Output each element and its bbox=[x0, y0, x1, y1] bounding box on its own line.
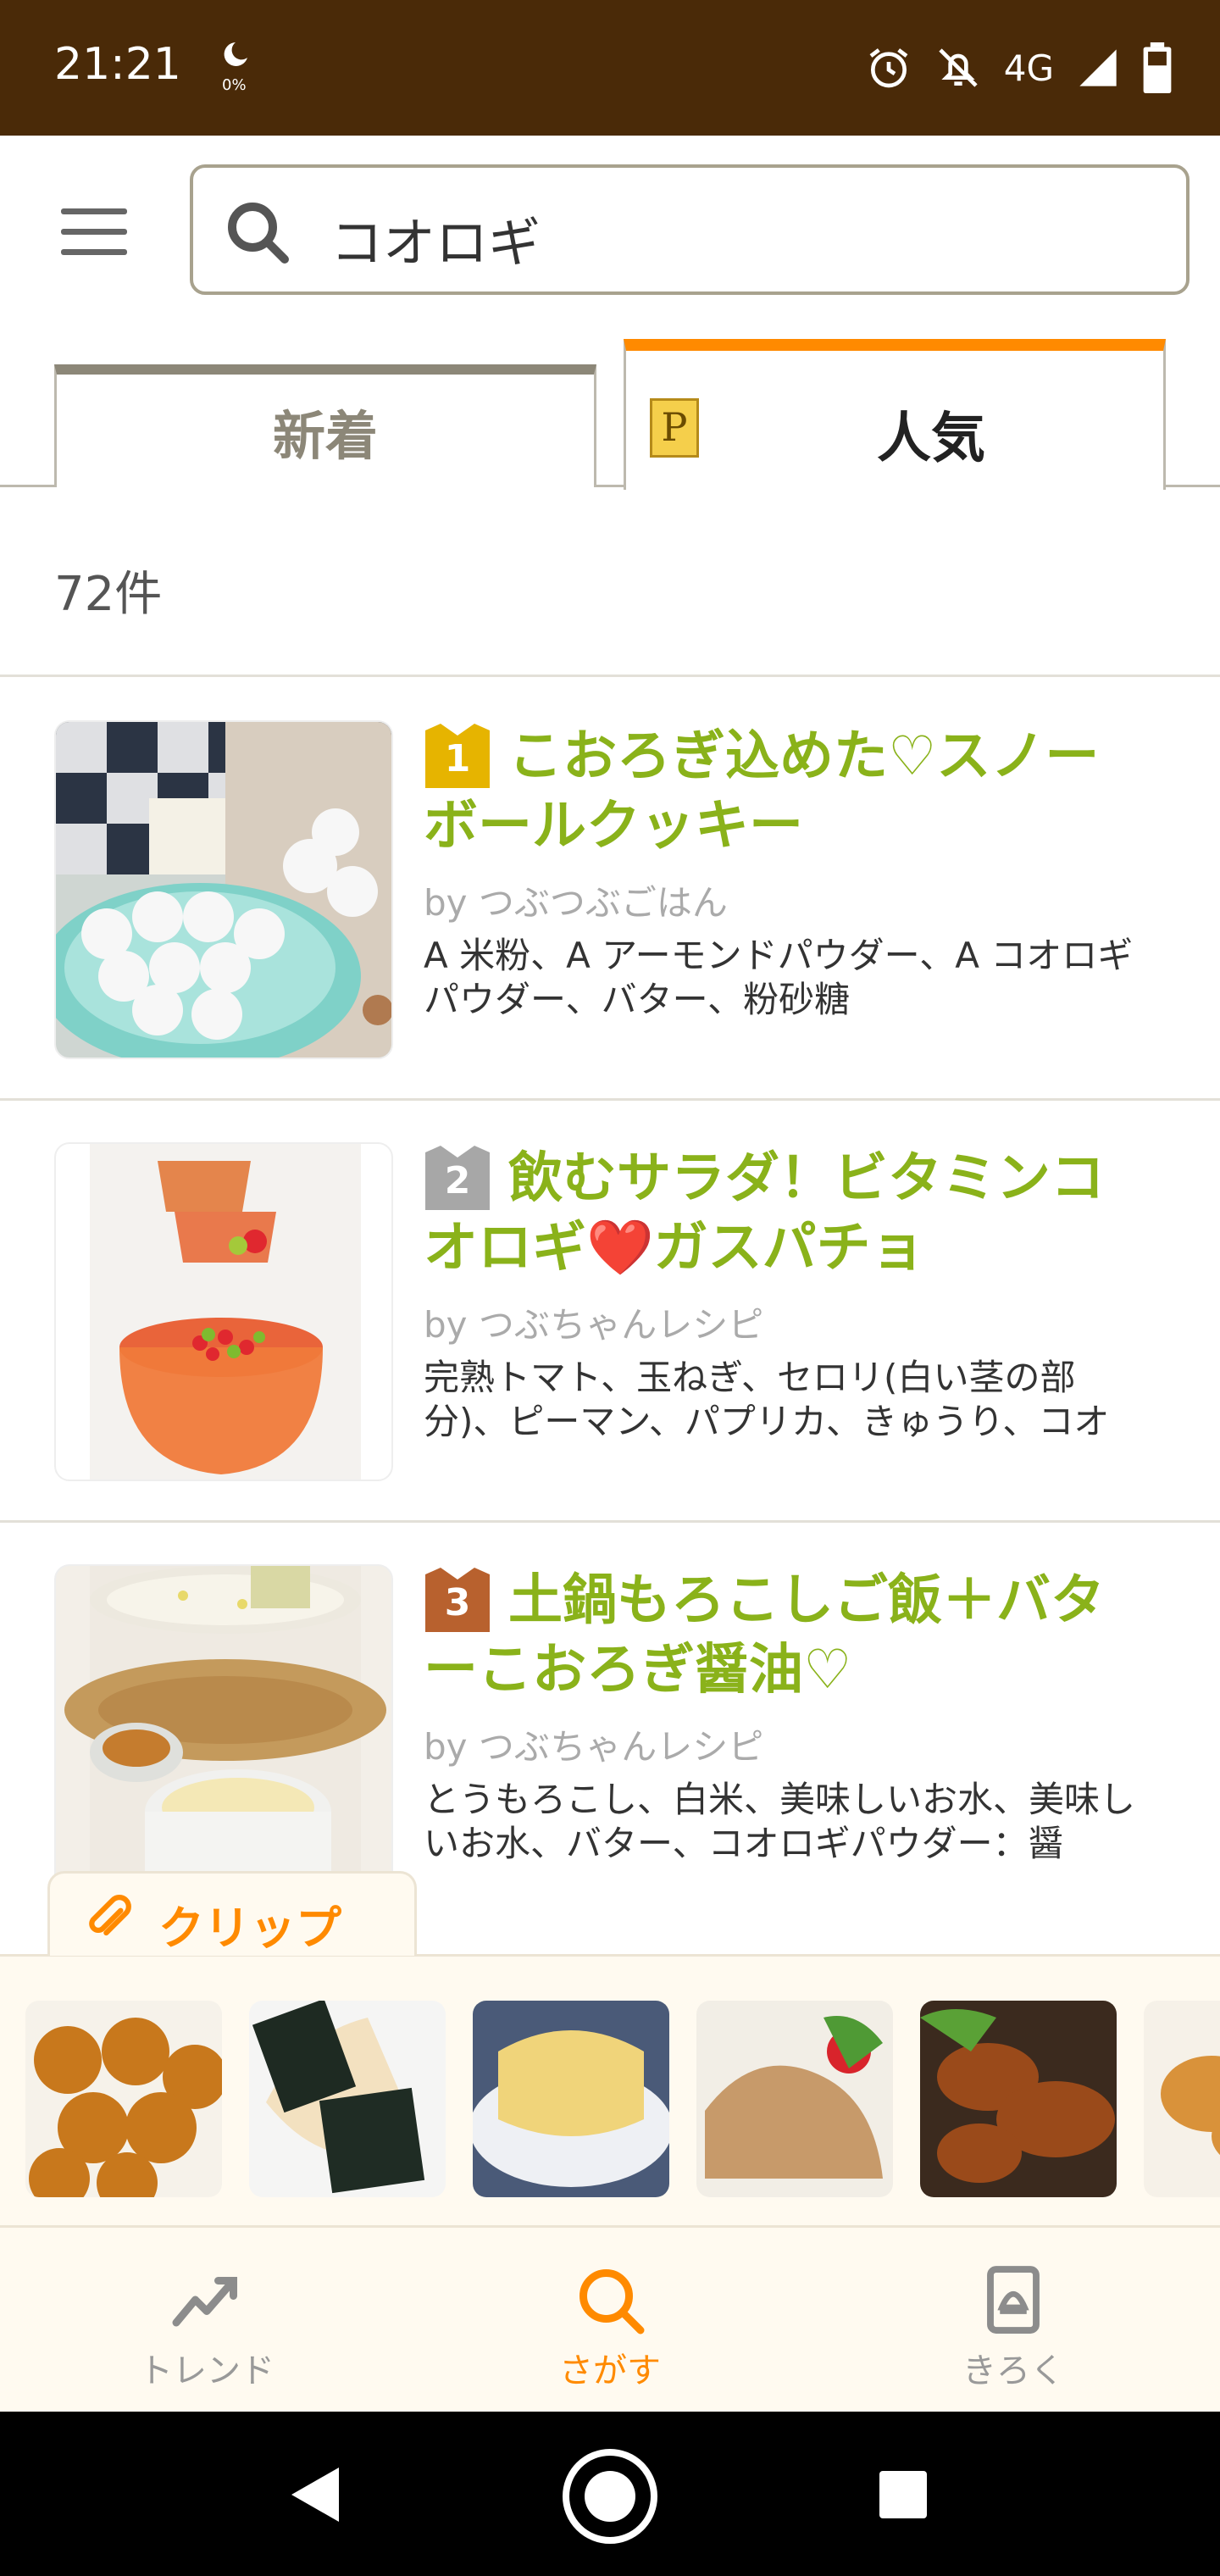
alarm-icon bbox=[869, 48, 908, 88]
recipe-item[interactable]: 1 こおろぎ込めた♡スノーボールクッキー by つぶつぶごはん A 米粉、A ア… bbox=[0, 680, 1220, 1100]
nav-record[interactable]: きろく bbox=[886, 2262, 1140, 2397]
premium-p-icon: P bbox=[650, 398, 699, 458]
recipe-ingredients: A 米粉、A アーモンドパウダー、A コオロギパウダー、バター、粉砂糖 bbox=[424, 935, 1134, 1020]
list-divider bbox=[0, 1098, 1220, 1101]
recipe-author[interactable]: by つぶちゃんレシピ bbox=[424, 1296, 763, 1348]
search-header: コオロギ bbox=[0, 136, 1220, 327]
home-icon[interactable] bbox=[559, 2446, 661, 2547]
clip-label: クリップ bbox=[158, 1901, 341, 1955]
back-icon[interactable] bbox=[288, 2464, 342, 2525]
recipe-ingredients: とうもろこし、白米、美味しいお水、美味しいお水、バター、コオロギパウダー：醤 bbox=[424, 1779, 1136, 1864]
clip-strip[interactable] bbox=[0, 1954, 1220, 2228]
clip-thumbnail[interactable] bbox=[1144, 2001, 1220, 2197]
paperclip-icon bbox=[89, 1895, 131, 1936]
clip-thumbnail[interactable] bbox=[696, 2001, 893, 2197]
recipe-title[interactable]: こおろぎ込めた♡スノーボールクッキー bbox=[424, 722, 1152, 861]
status-icons: 4G bbox=[865, 41, 1173, 95]
system-navigation-bar bbox=[0, 2412, 1220, 2576]
search-input[interactable]: コオロギ bbox=[190, 164, 1190, 295]
trend-icon bbox=[172, 2277, 237, 2327]
list-divider bbox=[0, 675, 1220, 677]
result-count: 72件 bbox=[54, 567, 163, 622]
clip-tab[interactable]: クリップ bbox=[47, 1871, 417, 1956]
battery-icon bbox=[1143, 42, 1172, 93]
search-icon bbox=[228, 203, 289, 264]
nav-record-label: きろく bbox=[962, 2351, 1064, 2390]
nav-search-label: さがす bbox=[559, 2351, 661, 2390]
recipe-author[interactable]: by つぶつぶごはん bbox=[424, 874, 728, 926]
recipe-author[interactable]: by つぶちゃんレシピ bbox=[424, 1718, 763, 1770]
tab-popular-label: 人気 bbox=[877, 408, 985, 470]
record-icon bbox=[987, 2266, 1040, 2334]
bottom-navigation: トレンド さがす きろく bbox=[0, 2225, 1220, 2414]
recipe-thumbnail[interactable] bbox=[54, 720, 393, 1059]
clip-thumbnail[interactable] bbox=[249, 2001, 446, 2197]
signal-icon bbox=[1079, 49, 1117, 86]
battery-saver-icon: 0% bbox=[219, 39, 252, 94]
recipe-title[interactable]: 土鍋もろこしご飯＋バターこおろぎ醤油♡ bbox=[424, 1566, 1152, 1705]
recipe-thumbnail[interactable] bbox=[54, 1142, 393, 1481]
network-type: 4G bbox=[1003, 47, 1054, 89]
notifications-off-icon bbox=[939, 48, 978, 87]
search-icon bbox=[580, 2269, 645, 2334]
clip-thumbnail[interactable] bbox=[25, 2001, 222, 2197]
svg-text:0%: 0% bbox=[222, 76, 247, 93]
recipe-thumbnail[interactable] bbox=[54, 1564, 393, 1903]
sort-tabs: 新着 P 人気 bbox=[0, 325, 1220, 490]
search-query: コオロギ bbox=[330, 212, 541, 274]
status-bar: 21:21 0% 4G bbox=[0, 0, 1220, 136]
recents-icon[interactable] bbox=[876, 2468, 930, 2522]
recipe-ingredients: 完熟トマト、玉ねぎ、セロリ(白い茎の部分)、ピーマン、パプリカ、きゅうり、コオ bbox=[424, 1357, 1110, 1442]
hamburger-icon[interactable] bbox=[61, 208, 127, 256]
tab-new[interactable]: 新着 bbox=[54, 364, 596, 487]
recipe-title[interactable]: 飲むサラダ！ビタミンコオロギ❤️ガスパチョ bbox=[424, 1144, 1152, 1283]
tab-popular[interactable]: P 人気 bbox=[624, 339, 1166, 490]
nav-trend[interactable]: トレンド bbox=[80, 2262, 334, 2397]
nav-search[interactable]: さがす bbox=[483, 2262, 737, 2397]
list-divider bbox=[0, 1520, 1220, 1523]
nav-trend-label: トレンド bbox=[139, 2351, 274, 2390]
recipe-item[interactable]: 2 飲むサラダ！ビタミンコオロギ❤️ガスパチョ by つぶちゃんレシピ 完熟トマ… bbox=[0, 1102, 1220, 1522]
clock: 21:21 bbox=[54, 39, 181, 90]
clip-thumbnail[interactable] bbox=[473, 2001, 669, 2197]
clip-thumbnail[interactable] bbox=[920, 2001, 1117, 2197]
tab-new-label: 新着 bbox=[272, 404, 378, 467]
